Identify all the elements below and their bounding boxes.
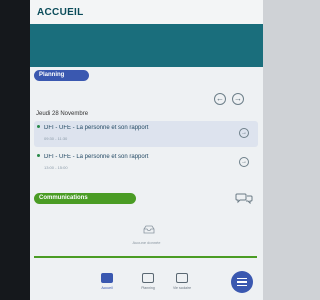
home-icon <box>101 273 113 283</box>
top-header: ACCUEIL <box>30 0 263 24</box>
calendar-icon <box>142 273 154 283</box>
nav-item-planning[interactable]: Planning <box>134 273 162 290</box>
planning-date: Jeudi 28 Novembre <box>36 111 89 117</box>
inbox-icon <box>143 225 155 234</box>
menu-icon <box>237 278 247 286</box>
arrow-left-icon[interactable]: ← <box>214 93 226 105</box>
page-title: ACCUEIL <box>37 7 84 18</box>
course-item[interactable]: DFI - UFE - La personne et son rapport 1… <box>34 150 258 176</box>
planning-section-label: Planning <box>34 70 89 81</box>
nav-label: Vie scolaire <box>172 286 192 290</box>
empty-state-text: Aucune donnée <box>132 240 161 245</box>
school-icon <box>176 273 188 283</box>
status-dot-icon <box>37 154 40 157</box>
nav-label: Planning <box>141 286 155 290</box>
status-dot-icon <box>37 125 40 128</box>
chat-bubbles-icon[interactable] <box>235 192 253 204</box>
bottom-navigation: Accueil Planning Vie scolaire <box>30 265 263 300</box>
nav-item-vie-scolaire[interactable]: Vie scolaire <box>168 273 196 290</box>
arrow-right-icon[interactable]: → <box>239 157 249 167</box>
course-title: DFI - UFE - La personne et son rapport <box>44 125 149 131</box>
menu-button[interactable] <box>231 271 253 293</box>
course-title: DFI - UFE - La personne et son rapport <box>44 154 149 160</box>
divider <box>34 256 257 258</box>
communications-section-label: Communications <box>34 193 136 204</box>
course-time: 09:30 - 11:30 <box>44 136 68 141</box>
device-frame <box>0 0 30 300</box>
course-item[interactable]: DFI - UFE - La personne et son rapport 0… <box>34 121 258 147</box>
nav-label: Accueil <box>101 286 113 290</box>
arrow-right-icon[interactable]: → <box>232 93 244 105</box>
app-screen: ACCUEIL Planning ← → Jeudi 28 Novembre D… <box>30 0 263 300</box>
welcome-banner <box>30 24 263 67</box>
course-time: 13:00 - 15:00 <box>44 165 68 170</box>
nav-item-accueil[interactable]: Accueil <box>93 273 121 290</box>
arrow-right-icon[interactable]: → <box>239 128 249 138</box>
